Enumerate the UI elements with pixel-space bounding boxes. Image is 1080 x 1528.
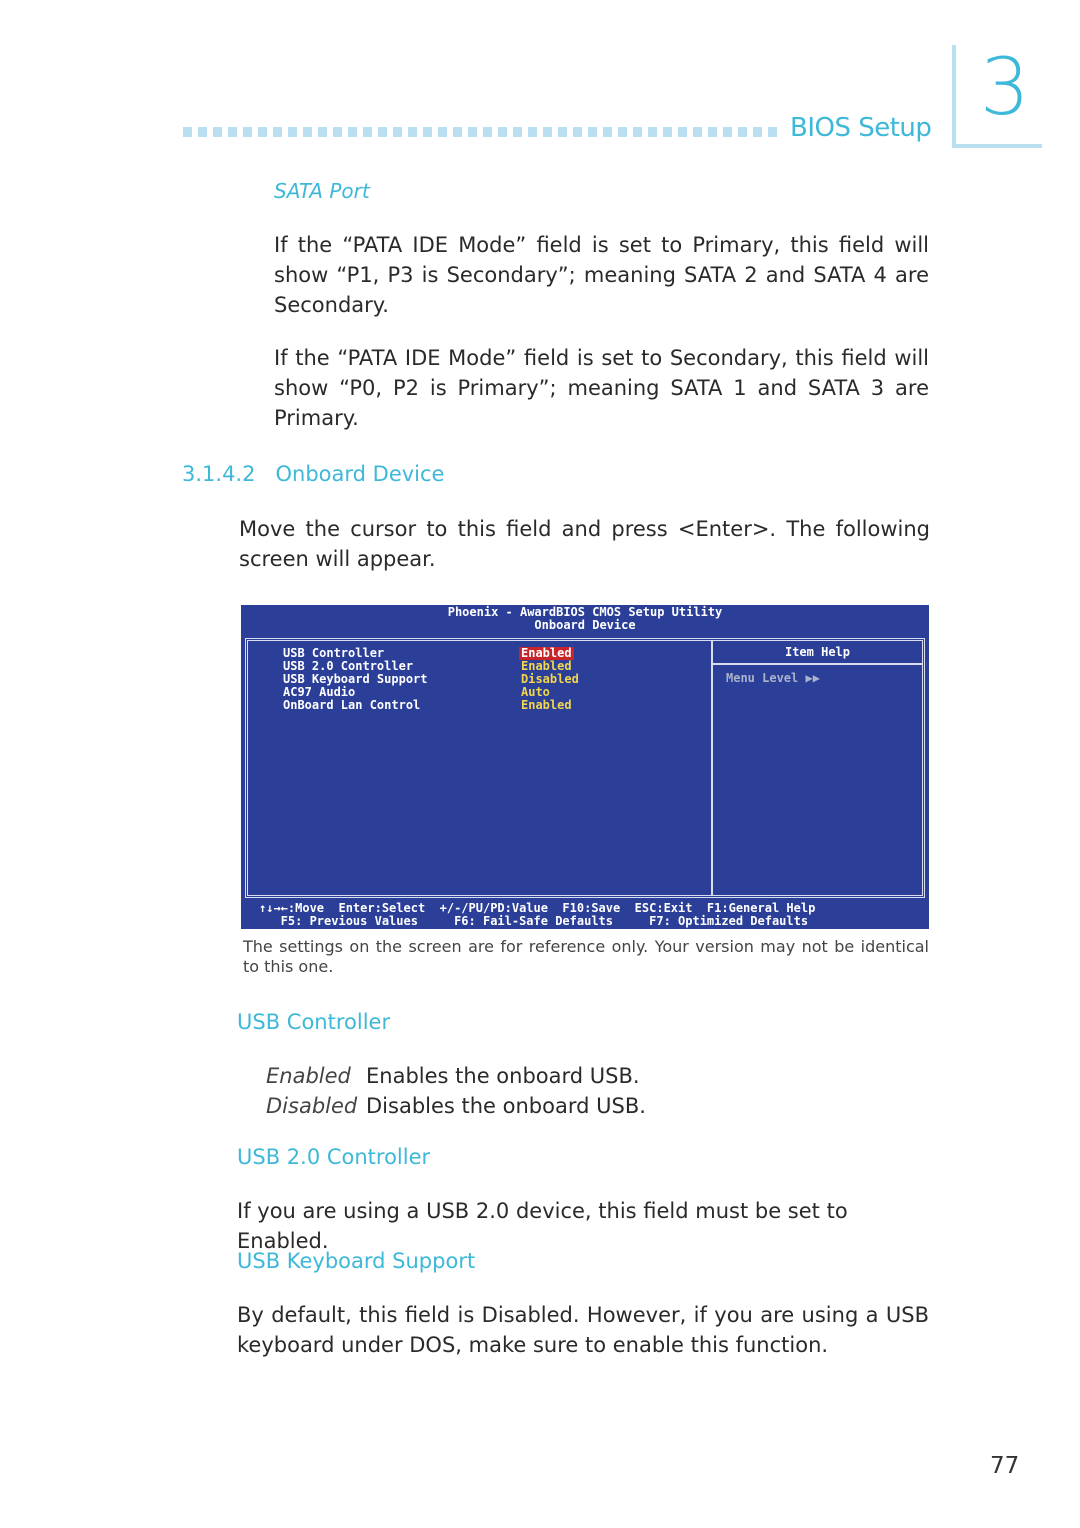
usb-keyboard-paragraph: By default, this field is Disabled. Howe… [237, 1303, 929, 1357]
header-dot [528, 127, 537, 137]
header-dot [573, 127, 582, 137]
bios-panel-divider [711, 641, 713, 895]
header-dot [378, 127, 387, 137]
header-dot [288, 127, 297, 137]
header-dot [183, 127, 192, 137]
header-dot [723, 127, 732, 137]
bios-key-legend: ↑↓→←:Move Enter:Select +/-/PU/PD:Value F… [241, 902, 929, 928]
header-dot [738, 127, 747, 137]
bios-title-line-2: Onboard Device [534, 618, 636, 632]
header-dot [618, 127, 627, 137]
usb-controller-heading: USB Controller [237, 1010, 391, 1034]
header-dot [768, 127, 777, 137]
option-desc: Disables the onboard USB. [366, 1094, 646, 1118]
usb-controller-option: Disabled Disables the onboard USB. [266, 1091, 646, 1121]
onboard-device-heading: 3.1.4.2 Onboard Device [182, 462, 445, 486]
header-dot [243, 127, 252, 137]
bios-item-label[interactable]: OnBoard Lan Control [283, 699, 420, 712]
usb20-controller-paragraph: If you are using a USB 2.0 device, this … [237, 1199, 848, 1253]
header-dot [483, 127, 492, 137]
header-dot [693, 127, 702, 137]
page-number: 77 [990, 1453, 1020, 1479]
header-dot [303, 127, 312, 137]
bios-item-value[interactable]: Enabled [519, 699, 574, 712]
sata-port-paragraph-1: If the “PATA IDE Mode” field is set to P… [274, 233, 929, 317]
header-dot [648, 127, 657, 137]
header-dot [408, 127, 417, 137]
header-dot [318, 127, 327, 137]
chapter-tab-vline [952, 45, 956, 148]
chapter-number: 3 [980, 43, 1030, 133]
header-dot [588, 127, 597, 137]
header-dot [438, 127, 447, 137]
screenshot-caption: The settings on the screen are for refer… [243, 937, 929, 976]
header-dot [558, 127, 567, 137]
header-dot [663, 127, 672, 137]
header-dot [273, 127, 282, 137]
header-dot [393, 127, 402, 137]
header-dot [513, 127, 522, 137]
header-dot [333, 127, 342, 137]
header-dot [543, 127, 552, 137]
bios-screenshot: Phoenix - AwardBIOS CMOS Setup Utility O… [241, 605, 929, 929]
header-dot [708, 127, 717, 137]
header-dot [468, 127, 477, 137]
chapter-tab-hline [952, 144, 1042, 148]
onboard-device-paragraph: Move the cursor to this field and press … [239, 517, 930, 571]
header-dot-rule [183, 127, 777, 137]
header-dot [453, 127, 462, 137]
usb-controller-option: Enabled Enables the onboard USB. [266, 1061, 640, 1091]
sata-port-heading: SATA Port [274, 179, 370, 203]
header-dot [198, 127, 207, 137]
bios-menu-level: Menu Level ▶▶ [726, 671, 820, 685]
header-dot [678, 127, 687, 137]
sata-port-paragraph-2: If the “PATA IDE Mode” field is set to S… [274, 346, 929, 430]
chapter-tab: 3 [952, 45, 1042, 148]
header-dot [228, 127, 237, 137]
header-dot [363, 127, 372, 137]
bios-main-frame: USB Controller Enabled USB 2.0 Controlle… [245, 638, 925, 898]
usb-keyboard-heading: USB Keyboard Support [237, 1249, 476, 1273]
bios-key-legend-line-2: F5: Previous Values F6: Fail-Safe Defaul… [259, 914, 809, 928]
header-dot [498, 127, 507, 137]
header-dot [603, 127, 612, 137]
header-dot [258, 127, 267, 137]
option-key: Enabled [266, 1064, 351, 1088]
header-dot [348, 127, 357, 137]
header-dot [633, 127, 642, 137]
option-key: Disabled [266, 1094, 358, 1118]
bios-item-help-title: Item Help [713, 641, 922, 665]
header-dot [213, 127, 222, 137]
bios-title: Phoenix - AwardBIOS CMOS Setup Utility O… [241, 606, 929, 632]
header-dot [423, 127, 432, 137]
option-desc: Enables the onboard USB. [366, 1064, 640, 1088]
header-dot [753, 127, 762, 137]
usb20-controller-heading: USB 2.0 Controller [237, 1145, 431, 1169]
running-header-title: BIOS Setup [790, 113, 932, 143]
